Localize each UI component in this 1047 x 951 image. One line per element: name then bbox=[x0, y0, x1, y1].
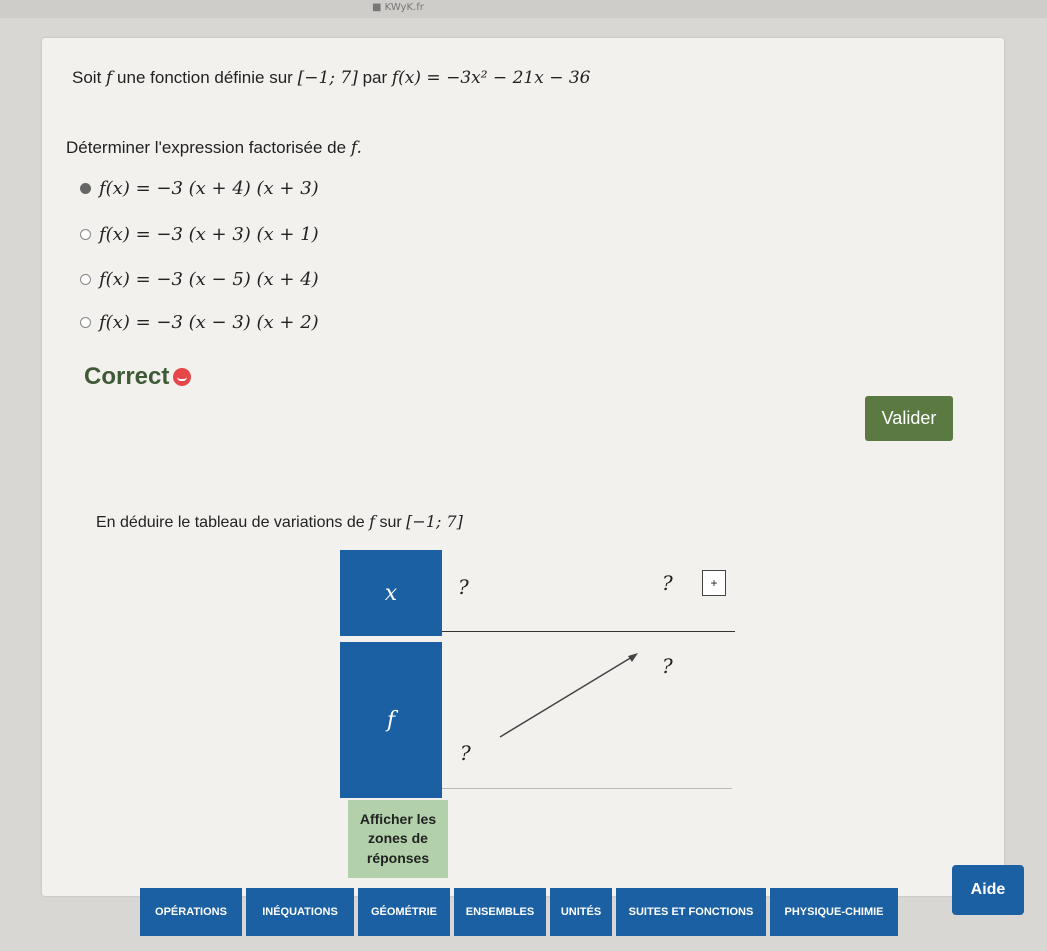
option-3[interactable]: f(x) = −3 (x − 5) (x + 4) bbox=[80, 269, 319, 290]
question-statement: Soit f une fonction définie sur [−1; 7] … bbox=[72, 68, 591, 88]
f-max-input[interactable]: ? bbox=[662, 654, 673, 678]
option-2[interactable]: f(x) = −3 (x + 3) (x + 1) bbox=[80, 224, 319, 245]
function-formula: f(x) = −3x² − 21x − 36 bbox=[391, 68, 591, 88]
radio-button-checked[interactable] bbox=[80, 183, 91, 194]
top-status-bar: ■ KWyK.fr bbox=[0, 0, 1047, 18]
table-x-header: x bbox=[340, 550, 442, 636]
table-bottom-line bbox=[442, 788, 732, 789]
status-text: ■ KWyK.fr bbox=[372, 2, 424, 13]
help-button[interactable]: Aide bbox=[952, 865, 1024, 915]
table-f-header: f bbox=[340, 642, 442, 798]
radio-button[interactable] bbox=[80, 274, 91, 285]
validate-button[interactable]: Valider bbox=[865, 396, 953, 441]
feedback-correct: Correct bbox=[84, 363, 192, 391]
x-end-input[interactable]: ? bbox=[662, 571, 673, 595]
nav-suites-fonctions[interactable]: SUITES ET FONCTIONS bbox=[616, 888, 766, 936]
nav-ensembles[interactable]: ENSEMBLES bbox=[454, 888, 546, 936]
option-1[interactable]: f(x) = −3 (x + 4) (x + 3) bbox=[80, 178, 319, 199]
table-divider bbox=[442, 631, 735, 632]
radio-button[interactable] bbox=[80, 317, 91, 328]
exercise-card: Soit f une fonction définie sur [−1; 7] … bbox=[42, 38, 1004, 896]
show-answer-zones-button[interactable]: Afficher les zones de réponses bbox=[348, 800, 448, 878]
x-start-input[interactable]: ? bbox=[458, 575, 469, 599]
nav-operations[interactable]: OPÉRATIONS bbox=[140, 888, 242, 936]
nav-inequations[interactable]: INÉQUATIONS bbox=[246, 888, 354, 936]
smiley-icon bbox=[173, 368, 192, 386]
domain-interval: [−1; 7] bbox=[297, 68, 358, 88]
add-column-button[interactable]: + bbox=[702, 570, 726, 596]
nav-unites[interactable]: UNITÉS bbox=[550, 888, 612, 936]
increasing-arrow-icon bbox=[499, 653, 638, 738]
radio-button[interactable] bbox=[80, 229, 91, 240]
option-4[interactable]: f(x) = −3 (x − 3) (x + 2) bbox=[80, 312, 319, 333]
factorize-question: Déterminer l'expression factorisée de f. bbox=[66, 138, 362, 158]
variation-table-question: En déduire le tableau de variations de f… bbox=[96, 512, 463, 531]
f-min-input[interactable]: ? bbox=[460, 741, 471, 765]
nav-physique-chimie[interactable]: PHYSIQUE-CHIMIE bbox=[770, 888, 898, 936]
nav-geometrie[interactable]: GÉOMÉTRIE bbox=[358, 888, 450, 936]
